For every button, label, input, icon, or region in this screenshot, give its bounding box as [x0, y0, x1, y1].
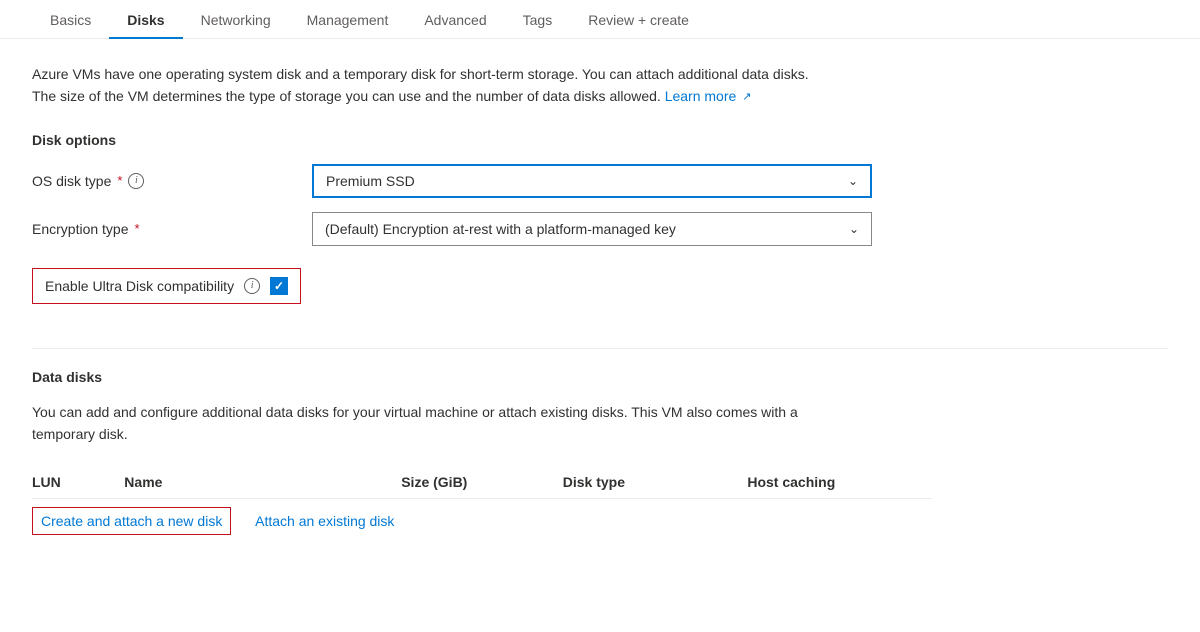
os-disk-type-label-text: OS disk type [32, 173, 111, 189]
tab-tags[interactable]: Tags [505, 0, 571, 38]
col-header-name: Name [124, 466, 401, 499]
page-description: Azure VMs have one operating system disk… [32, 63, 932, 108]
section-divider [32, 348, 1168, 349]
tab-disks[interactable]: Disks [109, 0, 182, 38]
encryption-type-dropdown[interactable]: (Default) Encryption at-rest with a plat… [312, 212, 872, 246]
ultra-disk-label: Enable Ultra Disk compatibility [45, 278, 234, 294]
os-disk-type-value: Premium SSD [326, 173, 415, 189]
data-disks-desc-line2: temporary disk. [32, 426, 128, 442]
disk-options-section-title: Disk options [32, 132, 1168, 148]
tab-management[interactable]: Management [289, 0, 407, 38]
attach-existing-disk-link[interactable]: Attach an existing disk [255, 507, 394, 535]
tab-advanced[interactable]: Advanced [406, 0, 504, 38]
encryption-type-label-text: Encryption type [32, 221, 129, 237]
tab-navigation: Basics Disks Networking Management Advan… [0, 0, 1200, 39]
os-disk-type-control: Premium SSD ⌄ [312, 164, 872, 198]
encryption-type-label: Encryption type * [32, 221, 312, 237]
action-links: Create and attach a new disk Attach an e… [32, 507, 1168, 535]
create-attach-disk-link[interactable]: Create and attach a new disk [32, 507, 231, 535]
ultra-disk-box: Enable Ultra Disk compatibility i [32, 268, 301, 304]
tab-basics[interactable]: Basics [32, 0, 109, 38]
col-header-lun: LUN [32, 466, 124, 499]
encryption-required-star: * [135, 221, 140, 236]
encryption-chevron-icon: ⌄ [849, 222, 859, 236]
description-line1: Azure VMs have one operating system disk… [32, 66, 809, 82]
os-disk-type-label: OS disk type * i [32, 173, 312, 189]
link-separator [239, 513, 247, 529]
main-content: Azure VMs have one operating system disk… [0, 39, 1200, 559]
encryption-type-row: Encryption type * (Default) Encryption a… [32, 212, 1132, 246]
os-disk-type-dropdown[interactable]: Premium SSD ⌄ [312, 164, 872, 198]
data-disks-table: LUN Name Size (GiB) Disk type Host cachi… [32, 466, 932, 499]
learn-more-text: Learn more [665, 88, 737, 104]
learn-more-link[interactable]: Learn more ↗ [665, 88, 752, 104]
os-disk-info-icon[interactable]: i [128, 173, 144, 189]
ultra-disk-info-icon[interactable]: i [244, 278, 260, 294]
tab-review-create[interactable]: Review + create [570, 0, 707, 38]
description-line2: The size of the VM determines the type o… [32, 88, 661, 104]
data-disks-section-title: Data disks [32, 369, 1168, 385]
os-disk-required-star: * [117, 173, 122, 188]
encryption-type-control: (Default) Encryption at-rest with a plat… [312, 212, 872, 246]
data-disks-description: You can add and configure additional dat… [32, 401, 932, 446]
tab-networking[interactable]: Networking [183, 0, 289, 38]
data-disks-desc-line1: You can add and configure additional dat… [32, 404, 798, 420]
col-header-host-caching: Host caching [747, 466, 932, 499]
os-disk-type-row: OS disk type * i Premium SSD ⌄ [32, 164, 1132, 198]
col-header-size: Size (GiB) [401, 466, 563, 499]
ultra-disk-checkbox[interactable] [270, 277, 288, 295]
external-link-icon: ↗ [742, 89, 751, 107]
col-header-disk-type: Disk type [563, 466, 748, 499]
table-header-row: LUN Name Size (GiB) Disk type Host cachi… [32, 466, 932, 499]
os-disk-chevron-icon: ⌄ [848, 174, 858, 188]
encryption-type-value: (Default) Encryption at-rest with a plat… [325, 221, 676, 237]
